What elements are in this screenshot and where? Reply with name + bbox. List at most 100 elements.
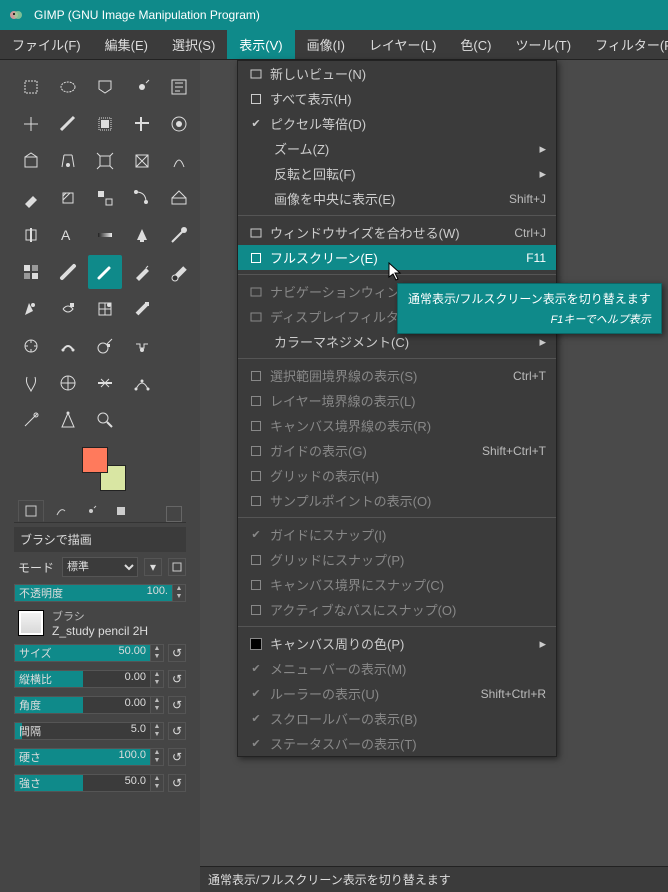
aspect-stepper[interactable]: ▲▼ — [150, 670, 164, 688]
hardness-stepper[interactable]: ▲▼ — [150, 748, 164, 766]
tool-button-10[interactable] — [14, 144, 48, 178]
tool-button-43[interactable] — [125, 366, 159, 400]
view-menu-item-26[interactable]: キャンバス周りの色(P)▸ — [238, 631, 556, 656]
spacing-slider[interactable]: 間隔5.0 — [14, 722, 151, 740]
view-menu-item-5[interactable]: 画像を中央に表示(E)Shift+J — [238, 186, 556, 211]
tool-button-17[interactable] — [88, 181, 122, 215]
view-menu-item-1[interactable]: すべて表示(H) — [238, 86, 556, 111]
tool-button-26[interactable] — [51, 255, 85, 289]
view-menu-item-4[interactable]: 反転と回転(F)▸ — [238, 161, 556, 186]
tool-button-28[interactable] — [125, 255, 159, 289]
tool-button-18[interactable] — [125, 181, 159, 215]
tool-button-27[interactable] — [88, 255, 122, 289]
color-swatches[interactable] — [82, 447, 126, 491]
view-menu-item-14[interactable]: 選択範囲境界線の表示(S)Ctrl+T — [238, 363, 556, 388]
spacing-reset-icon[interactable]: ↺ — [168, 722, 186, 740]
tool-button-31[interactable] — [51, 292, 85, 326]
aspect-slider[interactable]: 縦横比0.00 — [14, 670, 151, 688]
tool-button-13[interactable] — [125, 144, 159, 178]
angle-stepper[interactable]: ▲▼ — [150, 696, 164, 714]
view-menu-item-17[interactable]: ガイドの表示(G)Shift+Ctrl+T — [238, 438, 556, 463]
tool-button-46[interactable] — [51, 403, 85, 437]
tool-button-41[interactable] — [51, 366, 85, 400]
dock-tab-2[interactable] — [48, 500, 74, 522]
size-reset-icon[interactable]: ↺ — [168, 644, 186, 662]
view-menu-item-23[interactable]: キャンバス境界にスナップ(C) — [238, 572, 556, 597]
menu-tools[interactable]: ツール(T) — [503, 30, 583, 59]
force-reset-icon[interactable]: ↺ — [168, 774, 186, 792]
tool-button-20[interactable] — [14, 218, 48, 252]
tool-button-24[interactable] — [162, 218, 196, 252]
opacity-stepper[interactable]: ▲▼ — [172, 584, 186, 602]
tool-button-8[interactable] — [125, 107, 159, 141]
tool-button-36[interactable] — [51, 329, 85, 363]
dock-configure-button[interactable] — [166, 506, 182, 522]
aspect-reset-icon[interactable]: ↺ — [168, 670, 186, 688]
size-stepper[interactable]: ▲▼ — [150, 644, 164, 662]
tool-button-30[interactable] — [14, 292, 48, 326]
tool-button-21[interactable]: A — [51, 218, 85, 252]
tool-button-32[interactable] — [88, 292, 122, 326]
tool-button-14[interactable] — [162, 144, 196, 178]
menu-colors[interactable]: 色(C) — [448, 30, 503, 59]
view-menu-item-0[interactable]: 新しいビュー(N) — [238, 61, 556, 86]
size-slider[interactable]: サイズ50.00 — [14, 644, 151, 662]
menu-image[interactable]: 画像(I) — [295, 30, 357, 59]
menu-select[interactable]: 選択(S) — [160, 30, 227, 59]
tool-button-1[interactable] — [51, 70, 85, 104]
tool-button-35[interactable] — [14, 329, 48, 363]
tool-button-2[interactable] — [88, 70, 122, 104]
tool-button-9[interactable] — [162, 107, 196, 141]
tool-button-37[interactable] — [88, 329, 122, 363]
view-menu-item-7[interactable]: ウィンドウサイズを合わせる(W)Ctrl+J — [238, 220, 556, 245]
dock-tab-4[interactable] — [108, 500, 134, 522]
hardness-slider[interactable]: 硬さ100.0 — [14, 748, 151, 766]
tool-button-16[interactable] — [51, 181, 85, 215]
tool-button-0[interactable] — [14, 70, 48, 104]
view-menu-item-3[interactable]: ズーム(Z)▸ — [238, 136, 556, 161]
tool-button-23[interactable] — [125, 218, 159, 252]
tool-button-4[interactable] — [162, 70, 196, 104]
brush-preview-icon[interactable] — [18, 610, 44, 636]
angle-slider[interactable]: 角度0.00 — [14, 696, 151, 714]
view-menu-item-19[interactable]: サンプルポイントの表示(O) — [238, 488, 556, 513]
swatch-foreground[interactable] — [82, 447, 108, 473]
view-menu-item-24[interactable]: アクティブなパスにスナップ(O) — [238, 597, 556, 622]
menu-view[interactable]: 表示(V) — [227, 30, 294, 59]
tool-button-15[interactable] — [14, 181, 48, 215]
view-menu-item-29[interactable]: ✔スクロールバーの表示(B) — [238, 706, 556, 731]
force-slider[interactable]: 強さ50.0 — [14, 774, 151, 792]
mode-extra-icon[interactable] — [168, 558, 186, 576]
view-menu-item-2[interactable]: ✔ピクセル等倍(D) — [238, 111, 556, 136]
tool-button-38[interactable] — [125, 329, 159, 363]
angle-reset-icon[interactable]: ↺ — [168, 696, 186, 714]
opacity-slider[interactable]: 不透明度100. — [14, 584, 173, 602]
tool-button-7[interactable] — [88, 107, 122, 141]
view-menu-item-8[interactable]: フルスクリーン(E)F11 — [238, 245, 556, 270]
force-stepper[interactable]: ▲▼ — [150, 774, 164, 792]
view-menu-item-21[interactable]: ✔ガイドにスナップ(I) — [238, 522, 556, 547]
menu-layer[interactable]: レイヤー(L) — [357, 30, 449, 59]
view-menu-item-15[interactable]: レイヤー境界線の表示(L) — [238, 388, 556, 413]
tool-button-42[interactable] — [88, 366, 122, 400]
view-menu-item-30[interactable]: ✔ステータスバーの表示(T) — [238, 731, 556, 756]
spacing-stepper[interactable]: ▲▼ — [150, 722, 164, 740]
tool-button-45[interactable] — [14, 403, 48, 437]
tool-button-6[interactable] — [51, 107, 85, 141]
view-menu-item-22[interactable]: グリッドにスナップ(P) — [238, 547, 556, 572]
mode-menu-icon[interactable]: ▾ — [144, 558, 162, 576]
dock-tab-3[interactable] — [78, 500, 104, 522]
view-menu-item-27[interactable]: ✔メニューバーの表示(M) — [238, 656, 556, 681]
view-menu-item-18[interactable]: グリッドの表示(H) — [238, 463, 556, 488]
hardness-reset-icon[interactable]: ↺ — [168, 748, 186, 766]
tool-button-11[interactable] — [51, 144, 85, 178]
tool-button-12[interactable] — [88, 144, 122, 178]
dock-tab-tool-options[interactable] — [18, 500, 44, 522]
tool-button-25[interactable] — [14, 255, 48, 289]
tool-button-40[interactable] — [14, 366, 48, 400]
tool-button-19[interactable] — [162, 181, 196, 215]
view-menu-item-28[interactable]: ✔ルーラーの表示(U)Shift+Ctrl+R — [238, 681, 556, 706]
menu-file[interactable]: ファイル(F) — [0, 30, 93, 59]
tool-button-5[interactable] — [14, 107, 48, 141]
view-menu-item-16[interactable]: キャンバス境界線の表示(R) — [238, 413, 556, 438]
